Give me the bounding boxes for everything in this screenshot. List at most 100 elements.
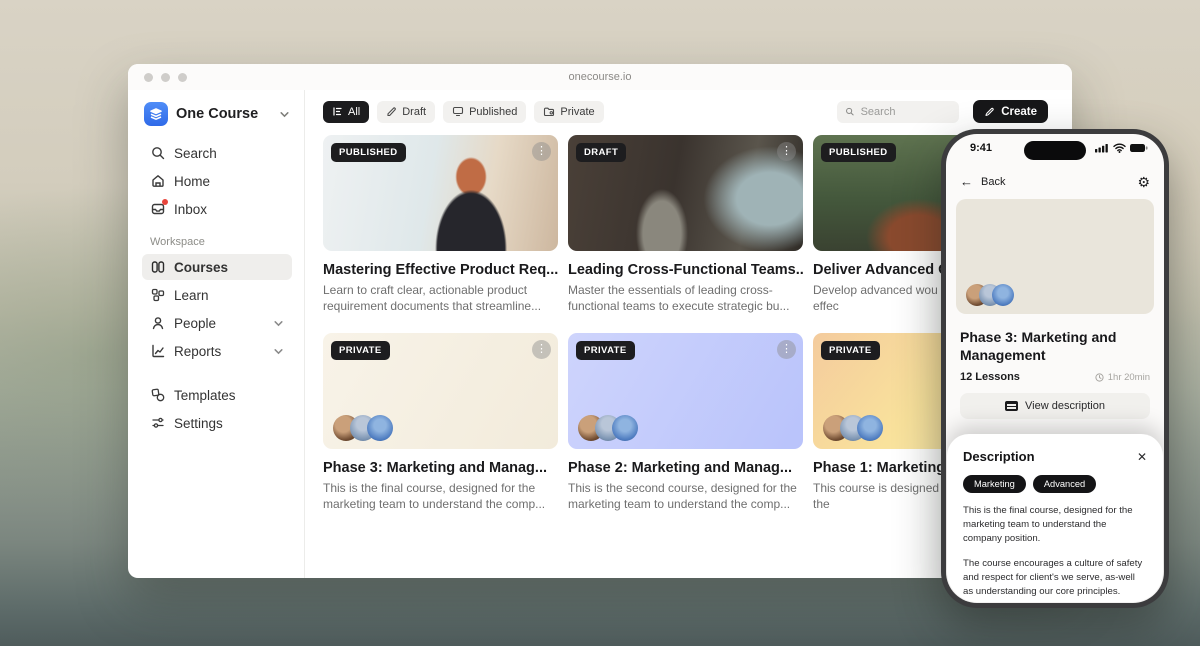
view-description-label: View description xyxy=(1025,400,1105,412)
card-menu-button[interactable]: ⋮ xyxy=(532,142,551,161)
search-input[interactable] xyxy=(861,106,952,118)
description-paragraph: The course encourages a culture of safet… xyxy=(963,557,1147,599)
sidebar-item-templates[interactable]: Templates xyxy=(142,382,292,408)
gear-icon[interactable]: ⚙ xyxy=(1137,175,1150,189)
create-button[interactable]: Create xyxy=(973,100,1048,123)
course-duration: 1hr 20min xyxy=(1095,372,1150,383)
course-thumbnail: PRIVATE ⋮ xyxy=(568,333,803,449)
sidebar-item-people[interactable]: People xyxy=(142,310,292,336)
phone-screen: 9:41 ← Back ⚙ Phase 3: Marketing and Man… xyxy=(946,134,1164,603)
status-badge: PRIVATE xyxy=(821,341,880,360)
card-menu-button[interactable]: ⋮ xyxy=(777,142,796,161)
filter-label: Private xyxy=(560,106,594,118)
signal-icon xyxy=(1095,143,1109,153)
create-label: Create xyxy=(1001,106,1037,118)
pen-icon xyxy=(984,106,995,117)
courses-icon xyxy=(150,259,166,275)
templates-icon xyxy=(150,387,166,403)
chevron-down-icon xyxy=(273,318,284,329)
course-card[interactable]: DRAFT ⋮ Leading Cross-Functional Teams..… xyxy=(568,135,803,315)
description-sheet: Description ✕ Marketing Advanced This is… xyxy=(947,434,1163,602)
close-icon[interactable]: ✕ xyxy=(1137,450,1147,464)
window-titlebar[interactable]: onecourse.io xyxy=(128,64,1072,90)
sidebar-item-home[interactable]: Home xyxy=(142,168,292,194)
monitor-icon xyxy=(452,106,464,117)
course-description: Learn to craft clear, actionable product… xyxy=(323,282,558,315)
list-icon xyxy=(332,106,343,117)
app-window: onecourse.io One Course Search Home xyxy=(128,64,1072,578)
sheet-title: Description xyxy=(963,449,1137,464)
course-card[interactable]: PRIVATE ⋮ Phase 3: Marketing and Manag..… xyxy=(323,333,558,513)
filter-private[interactable]: Private xyxy=(534,101,603,123)
back-arrow-icon[interactable]: ← xyxy=(960,174,973,189)
lessons-count: 12 Lessons xyxy=(960,371,1095,383)
filter-published[interactable]: Published xyxy=(443,101,526,123)
course-thumbnail: PRIVATE ⋮ xyxy=(323,333,558,449)
chevron-down-icon xyxy=(279,109,290,120)
phone-mockup: 9:41 ← Back ⚙ Phase 3: Marketing and Man… xyxy=(941,129,1169,608)
sidebar-item-label: Search xyxy=(174,146,217,161)
course-description: Master the essentials of leading cross-f… xyxy=(568,282,803,315)
window-title: onecourse.io xyxy=(128,71,1072,83)
sidebar-item-label: Courses xyxy=(174,260,228,275)
search-box[interactable] xyxy=(837,101,959,123)
card-menu-button[interactable]: ⋮ xyxy=(777,340,796,359)
tag-advanced: Advanced xyxy=(1033,475,1096,493)
sidebar-item-label: Inbox xyxy=(174,202,207,217)
view-description-button[interactable]: View description xyxy=(960,393,1150,419)
member-avatars xyxy=(578,415,638,441)
status-badge: PRIVATE xyxy=(576,341,635,360)
status-badge: PUBLISHED xyxy=(331,143,406,162)
battery-icon xyxy=(1130,143,1148,153)
card-menu-button[interactable]: ⋮ xyxy=(532,340,551,359)
course-hero-image xyxy=(956,199,1154,314)
sidebar-item-settings[interactable]: Settings xyxy=(142,410,292,436)
back-button[interactable]: Back xyxy=(981,176,1137,188)
course-title: Mastering Effective Product Req... xyxy=(323,262,558,278)
member-avatars xyxy=(823,415,883,441)
avatar xyxy=(612,415,638,441)
sidebar-item-courses[interactable]: Courses xyxy=(142,254,292,280)
phone-course-title: Phase 3: Marketing and Management xyxy=(946,314,1164,364)
course-card[interactable]: PRIVATE ⋮ Phase 2: Marketing and Manag..… xyxy=(568,333,803,513)
phone-statusbar: 9:41 xyxy=(946,134,1164,164)
status-icons xyxy=(1095,143,1148,153)
course-thumbnail: PUBLISHED ⋮ xyxy=(323,135,558,251)
sidebar-item-search[interactable]: Search xyxy=(142,140,292,166)
sidebar-item-label: Settings xyxy=(174,416,223,431)
sidebar-item-learn[interactable]: Learn xyxy=(142,282,292,308)
search-icon xyxy=(845,106,854,117)
filter-all[interactable]: All xyxy=(323,101,369,123)
sidebar-item-inbox[interactable]: Inbox xyxy=(142,196,292,222)
filter-label: Draft xyxy=(402,106,426,118)
avatar xyxy=(367,415,393,441)
people-icon xyxy=(150,315,166,331)
sidebar-item-reports[interactable]: Reports xyxy=(142,338,292,364)
description-paragraph: This is the final course, designed for t… xyxy=(963,504,1147,546)
tag-marketing: Marketing xyxy=(963,475,1026,493)
tag-list: Marketing Advanced xyxy=(963,475,1147,493)
course-thumbnail: DRAFT ⋮ xyxy=(568,135,803,251)
course-description: This is the second course, designed for … xyxy=(568,480,803,513)
workspace-switcher[interactable]: One Course xyxy=(142,98,292,140)
sidebar-item-label: Reports xyxy=(174,344,265,359)
reports-icon xyxy=(150,343,166,359)
course-title: Phase 2: Marketing and Manag... xyxy=(568,460,803,476)
course-description: This is the final course, designed for t… xyxy=(323,480,558,513)
sidebar-item-label: Templates xyxy=(174,388,236,403)
duration-label: 1hr 20min xyxy=(1108,372,1150,383)
chevron-down-icon xyxy=(273,346,284,357)
settings-icon xyxy=(150,415,166,431)
learn-icon xyxy=(150,287,166,303)
workspace-section-label: Workspace xyxy=(150,236,292,248)
status-badge: PRIVATE xyxy=(331,341,390,360)
clock-icon xyxy=(1095,373,1104,382)
search-icon xyxy=(150,145,166,161)
app-logo-icon xyxy=(144,102,168,126)
toolbar: All Draft Published Private xyxy=(323,100,1048,123)
inbox-unread-dot xyxy=(162,199,168,205)
course-title: Phase 3: Marketing and Manag... xyxy=(323,460,558,476)
course-card[interactable]: PUBLISHED ⋮ Mastering Effective Product … xyxy=(323,135,558,315)
filter-draft[interactable]: Draft xyxy=(377,101,435,123)
description-icon xyxy=(1005,401,1018,411)
